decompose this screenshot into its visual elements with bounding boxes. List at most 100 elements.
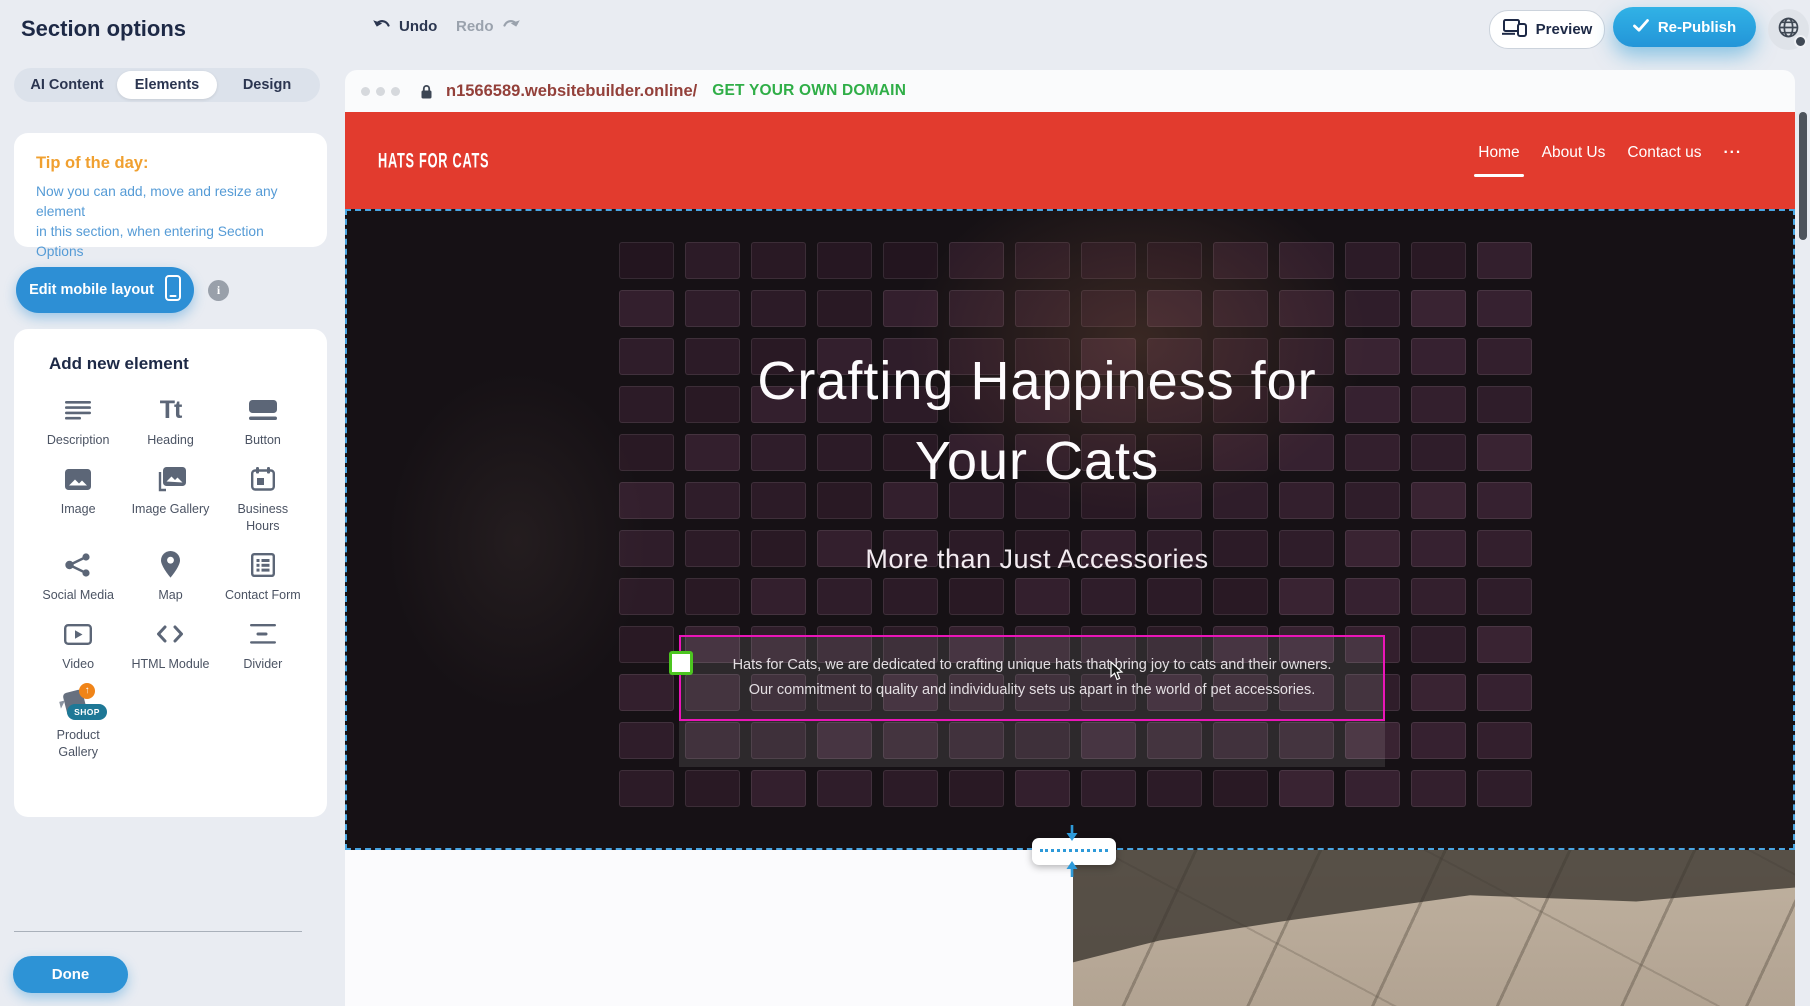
element-image[interactable]: Image [32, 463, 124, 534]
hero-tile [1015, 578, 1070, 615]
hero-subheading[interactable]: More than Just Accessories [347, 541, 1727, 577]
language-globe-button[interactable] [1768, 9, 1809, 50]
hero-tile [1477, 626, 1532, 663]
paving-shadow [1073, 850, 1795, 1006]
tab-ai-content[interactable]: AI Content [17, 71, 117, 99]
upgrade-badge-icon: ↑ [79, 683, 95, 699]
hero-tile [1411, 722, 1466, 759]
element-description[interactable]: Description [32, 394, 124, 448]
hero-tile [619, 242, 674, 279]
tab-design[interactable]: Design [217, 71, 317, 99]
preview-scrollbar-thumb[interactable] [1799, 112, 1807, 240]
tip-line-2: in this section, when entering Section O… [36, 222, 305, 262]
browser-dot [376, 87, 385, 96]
check-icon [1633, 19, 1649, 36]
element-label: Product Gallery [36, 727, 120, 760]
hero-tile [1081, 578, 1136, 615]
element-button[interactable]: Button [217, 394, 309, 448]
element-html-module[interactable]: HTML Module [124, 618, 216, 672]
button-icon [249, 394, 277, 426]
site-logo[interactable]: HATS FOR CATS [378, 148, 489, 173]
preview-button[interactable]: Preview [1489, 10, 1605, 49]
devices-icon [1502, 19, 1527, 41]
hero-section[interactable]: Crafting Happiness for Your Cats More th… [345, 209, 1795, 850]
element-label: Business Hours [221, 501, 305, 534]
element-video[interactable]: Video [32, 618, 124, 672]
element-social-media[interactable]: Social Media [32, 549, 124, 603]
element-label: Description [47, 432, 110, 448]
element-business-hours[interactable]: Business Hours [217, 463, 309, 534]
site-preview-area: n1566589.websitebuilder.online/ GET YOUR… [345, 58, 1810, 1006]
hero-tile [883, 770, 938, 807]
html-module-icon [156, 618, 184, 650]
element-label: Video [62, 656, 94, 672]
republish-button[interactable]: Re-Publish [1613, 7, 1756, 47]
done-button[interactable]: Done [13, 956, 128, 993]
tab-elements[interactable]: Elements [117, 71, 217, 99]
element-label: Divider [243, 656, 282, 672]
hero-heading[interactable]: Crafting Happiness for Your Cats [347, 341, 1727, 501]
hero-tile [1345, 578, 1400, 615]
edit-mobile-layout-button[interactable]: Edit mobile layout [16, 267, 194, 313]
hero-tile [685, 578, 740, 615]
site-header: HATS FOR CATS Home About Us Contact us ·… [345, 112, 1795, 209]
video-icon [64, 618, 92, 650]
hero-tile [1213, 770, 1268, 807]
hero-tile [751, 770, 806, 807]
hero-tile [1081, 770, 1136, 807]
hero-heading-line-2: Your Cats [347, 421, 1727, 501]
hero-tile [751, 578, 806, 615]
tip-title: Tip of the day: [36, 154, 305, 173]
section-height-resize-handle[interactable] [1032, 838, 1116, 865]
tip-line-1: Now you can add, move and resize any ele… [36, 182, 305, 222]
heading-icon: Tt [160, 394, 182, 426]
element-map[interactable]: Map [124, 549, 216, 603]
element-label: Contact Form [225, 587, 301, 603]
shop-badge: SHOP [67, 704, 107, 720]
redo-label: Redo [456, 18, 494, 35]
hero-tile [1345, 770, 1400, 807]
element-contact-form[interactable]: Contact Form [217, 549, 309, 603]
edit-mobile-label: Edit mobile layout [29, 282, 154, 298]
undo-button[interactable]: Undo [372, 17, 437, 36]
element-grid: Description Tt Heading Button Image Imag… [32, 394, 309, 760]
hero-tile [1477, 722, 1532, 759]
hero-tile [1477, 242, 1532, 279]
hero-tile [685, 242, 740, 279]
hero-tile [619, 770, 674, 807]
info-icon[interactable]: i [208, 280, 229, 301]
nav-more-icon[interactable]: ··· [1724, 144, 1743, 162]
hero-tile [1411, 290, 1466, 327]
nav-item-contact-us[interactable]: Contact us [1627, 144, 1701, 162]
page-title: Section options [21, 16, 186, 42]
selected-paragraph[interactable]: Hats for Cats, we are dedicated to craft… [679, 635, 1385, 721]
element-label: Map [158, 587, 182, 603]
app-window: Section options Undo Redo Preview Re-Pub… [0, 0, 1810, 1006]
element-heading[interactable]: Tt Heading [124, 394, 216, 448]
hero-tile [1411, 770, 1466, 807]
element-product-gallery[interactable]: ↑ SHOP Product Gallery [32, 687, 124, 760]
browser-dot [391, 87, 400, 96]
nav-item-about-us[interactable]: About Us [1542, 144, 1606, 162]
selection-resize-handle[interactable] [669, 651, 693, 675]
browser-dot [361, 87, 370, 96]
element-label: Social Media [42, 587, 114, 603]
nav-item-home[interactable]: Home [1478, 144, 1519, 162]
paving-photo [1073, 850, 1795, 1006]
element-image-gallery[interactable]: Image Gallery [124, 463, 216, 534]
hero-tile [1411, 578, 1466, 615]
hero-tile [1279, 578, 1334, 615]
site-url: n1566589.websitebuilder.online/ [446, 82, 697, 101]
hero-tile [1411, 626, 1466, 663]
tip-body: Now you can add, move and resize any ele… [36, 182, 305, 262]
hero-tile [883, 578, 938, 615]
element-divider[interactable]: Divider [217, 618, 309, 672]
hero-tile [1477, 770, 1532, 807]
mouse-cursor [1110, 661, 1124, 686]
hero-tile [1477, 674, 1532, 711]
redo-button[interactable]: Redo [456, 17, 521, 36]
hero-tile [817, 578, 872, 615]
resize-arrows-icon [1064, 825, 1080, 882]
get-domain-link[interactable]: GET YOUR OWN DOMAIN [712, 82, 906, 100]
hero-tile [817, 290, 872, 327]
